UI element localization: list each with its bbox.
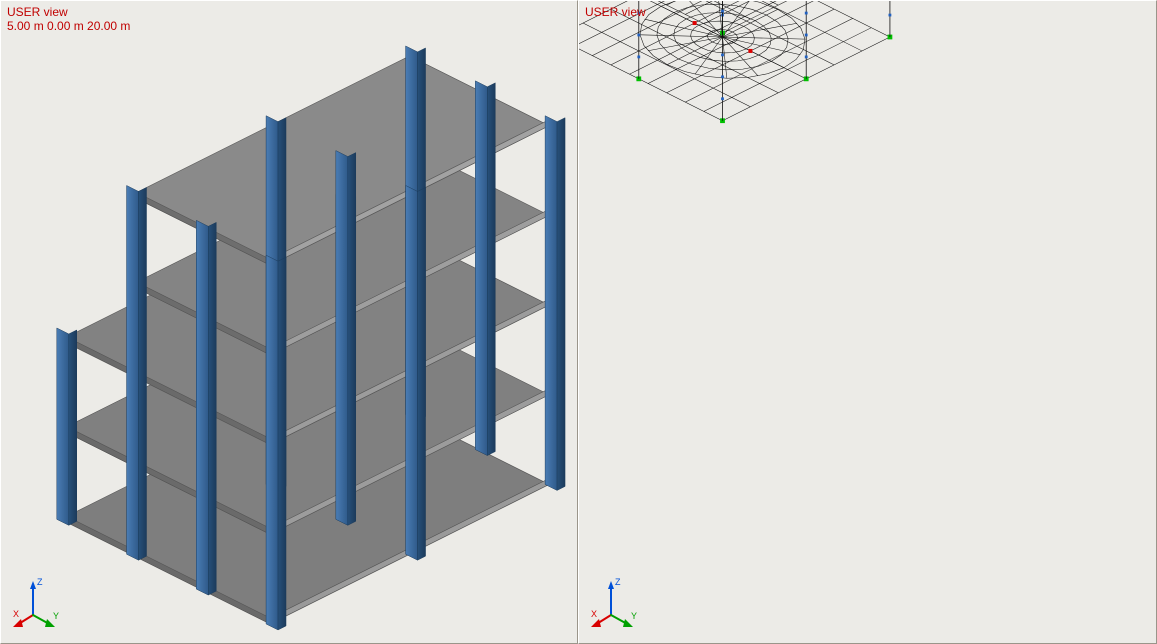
view-title-left: USER view [7, 5, 68, 19]
view-title-right: USER view [585, 5, 646, 19]
axis-triad-right: Z X Y [589, 573, 649, 633]
render-scene-left[interactable] [1, 1, 577, 643]
dual-viewport-container: USER view 5.00 m 0.00 m 20.00 m [0, 0, 1157, 644]
svg-text:X: X [591, 609, 597, 619]
fe-mesh [579, 1, 892, 123]
viewport-left[interactable]: USER view 5.00 m 0.00 m 20.00 m [0, 0, 578, 644]
mesh-scene-right[interactable] [579, 1, 1156, 643]
svg-text:Y: Y [631, 611, 637, 621]
view-coords-left: 5.00 m 0.00 m 20.00 m [7, 19, 130, 33]
svg-text:X: X [13, 609, 19, 619]
svg-text:Y: Y [53, 611, 59, 621]
svg-text:Z: Z [37, 577, 43, 587]
axis-triad-left: Z X Y [11, 573, 71, 633]
svg-text:Z: Z [615, 577, 621, 587]
viewport-right[interactable]: USER view Z X Y [578, 0, 1157, 644]
